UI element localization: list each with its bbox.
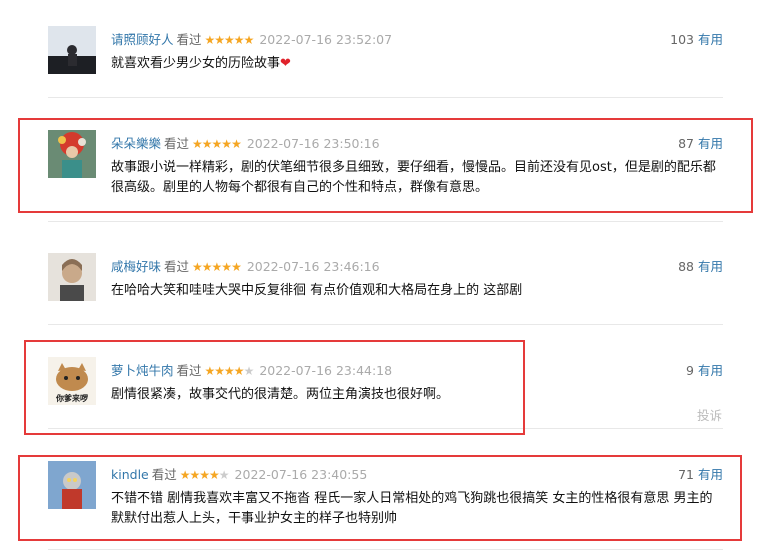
comment-text: 在哈哈大笑和哇哇大哭中反复徘徊 有点价值观和大格局在身上的 这部剧 xyxy=(111,283,523,298)
watched-status: 看过 xyxy=(164,259,190,274)
username-link[interactable]: 咸梅好味 xyxy=(111,259,161,274)
comment-meta: 咸梅好味 看过 ★★★★★ 2022-07-16 23:46:16 xyxy=(111,256,380,275)
highlight-box xyxy=(18,118,753,213)
comment-body: 就喜欢看少男少女的历险故事 xyxy=(111,56,281,71)
divider xyxy=(48,324,723,325)
useful-votes: 9 有用 xyxy=(686,360,723,379)
heart-icon: ❤ xyxy=(280,56,291,71)
useful-button[interactable]: 有用 xyxy=(698,32,723,47)
highlight-box xyxy=(18,455,742,541)
divider xyxy=(48,221,723,222)
divider xyxy=(48,549,723,550)
comment-meta: 请照顾好人 看过 ★★★★★ 2022-07-16 23:52:07 xyxy=(111,29,392,48)
report-link[interactable]: 投诉 xyxy=(697,405,722,424)
avatar[interactable] xyxy=(48,253,96,301)
comment-time[interactable]: 2022-07-16 23:46:16 xyxy=(247,259,380,274)
vote-count: 103 xyxy=(670,32,694,47)
vote-count: 88 xyxy=(678,259,694,274)
comment-time[interactable]: 2022-07-16 23:52:07 xyxy=(259,32,392,47)
useful-button[interactable]: 有用 xyxy=(698,259,723,274)
username-link[interactable]: 请照顾好人 xyxy=(111,32,174,47)
highlight-box xyxy=(24,340,525,435)
rating-stars: ★★★★★ xyxy=(192,260,242,274)
useful-votes: 103 有用 xyxy=(670,29,723,48)
avatar[interactable] xyxy=(48,26,96,74)
vote-count: 9 xyxy=(686,363,694,378)
useful-button[interactable]: 有用 xyxy=(698,363,723,378)
comment-text: 就喜欢看少男少女的历险故事❤ xyxy=(111,54,721,74)
watched-status: 看过 xyxy=(176,32,202,47)
divider xyxy=(48,97,723,98)
useful-votes: 88 有用 xyxy=(678,256,723,275)
rating-stars: ★★★★★ xyxy=(204,33,255,47)
